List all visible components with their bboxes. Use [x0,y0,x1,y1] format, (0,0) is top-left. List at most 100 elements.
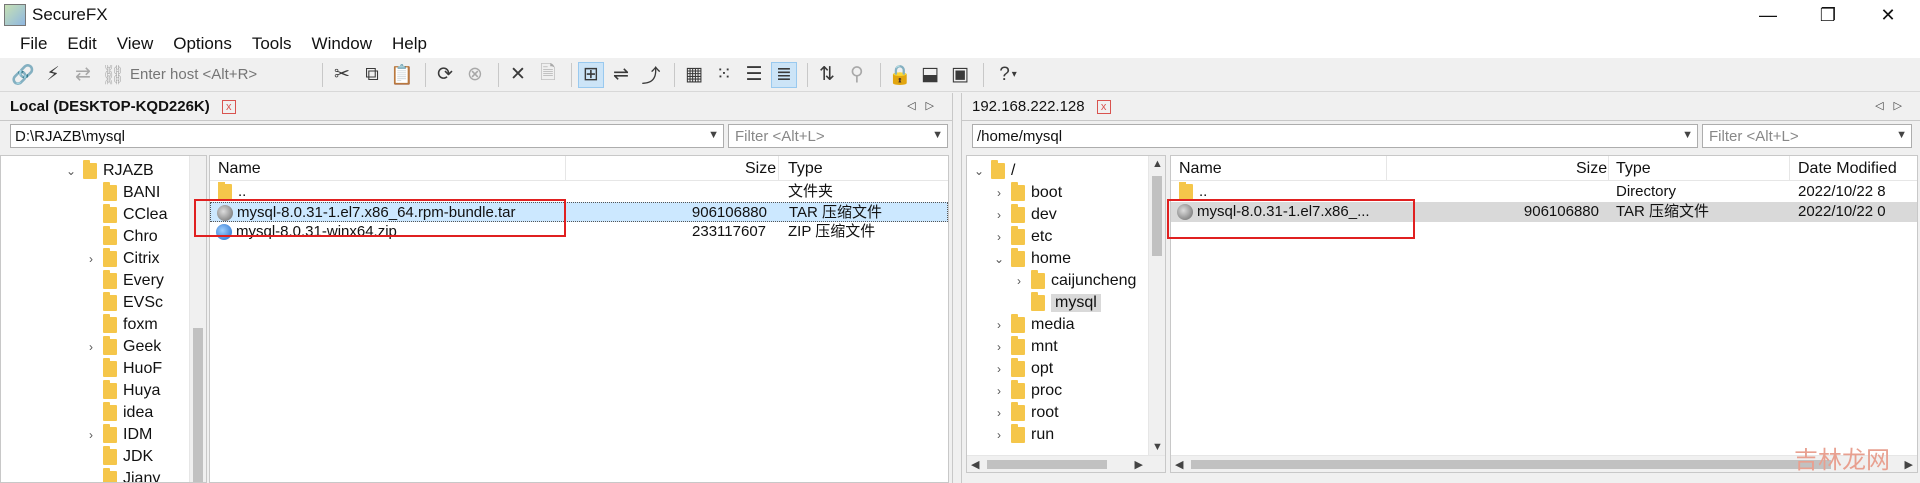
large-icons-view-icon[interactable]: ▦ [681,62,707,88]
scroll-left-arrow-icon[interactable]: ◀ [1175,458,1183,471]
chevron-down-icon[interactable]: ▼ [1896,129,1907,141]
tree-view-icon[interactable]: ⊞ [578,61,604,88]
tree-item[interactable]: › opt [967,358,1165,380]
quick-connect-icon[interactable]: ⚡ [40,62,66,88]
menu-help[interactable]: Help [382,34,437,54]
tree-item[interactable]: › etc [967,226,1165,248]
column-divider[interactable] [1789,156,1790,180]
tab-scroll-arrows[interactable]: ◁▷ [1875,99,1912,112]
menu-window[interactable]: Window [302,34,382,54]
tree-item[interactable]: › IDM [1,424,206,446]
close-remote-tab-icon[interactable]: x [1096,99,1111,114]
tree-item[interactable]: idea [1,402,206,424]
chevron-right-icon[interactable]: › [991,340,1007,354]
pane-splitter[interactable] [952,93,962,483]
tree-item[interactable]: › root [967,402,1165,424]
tree-item[interactable]: › run [967,424,1165,446]
remote-filter-input[interactable]: Filter <Alt+L> ▼ [1702,124,1912,148]
close-local-tab-icon[interactable]: x [221,99,236,114]
filter-icon[interactable]: ⚲ [844,62,870,88]
chevron-right-icon[interactable]: › [1011,274,1027,288]
column-name-header[interactable]: Name [218,156,261,181]
column-name-header[interactable]: Name [1179,156,1222,181]
remote-tree-vscrollbar[interactable]: ▲ ▼ [1148,156,1165,455]
column-divider[interactable] [778,156,779,180]
host-input[interactable] [130,61,310,88]
delete-icon[interactable]: ✕ [505,62,531,88]
tree-item[interactable]: › Citrix [1,248,206,270]
transfer-queue-icon[interactable]: ⬓ [917,62,943,88]
chevron-right-icon[interactable]: › [991,406,1007,420]
column-divider[interactable] [1608,156,1609,180]
chevron-right-icon[interactable]: › [83,428,99,442]
tree-item[interactable]: BANI [1,182,206,204]
disconnect-icon[interactable]: ⛓ [100,62,126,88]
chevron-right-icon[interactable]: › [83,340,99,354]
scroll-down-arrow-icon[interactable]: ▼ [1152,441,1163,453]
scrollbar-thumb[interactable] [193,328,203,482]
tree-item[interactable]: Chro [1,226,206,248]
chevron-down-icon[interactable]: ▼ [708,129,719,141]
column-size-header[interactable]: Size [745,156,776,181]
scroll-right-arrow-icon[interactable]: ▶ [1905,458,1913,471]
maximize-button[interactable]: ❐ [1800,0,1856,30]
tree-item[interactable]: › caijuncheng [967,270,1165,292]
sync-icon[interactable]: ⇌ [608,62,634,88]
tree-item[interactable]: EVSc [1,292,206,314]
local-filter-input[interactable]: Filter <Alt+L> ▼ [728,124,948,148]
menu-edit[interactable]: Edit [57,34,106,54]
chevron-right-icon[interactable]: › [83,252,99,266]
tree-item[interactable]: › dev [967,204,1165,226]
reconnect-icon[interactable]: ⇄ [70,62,96,88]
tree-item[interactable]: foxm [1,314,206,336]
chevron-right-icon[interactable]: › [991,428,1007,442]
small-icons-view-icon[interactable]: ⁙ [711,62,737,88]
properties-icon[interactable]: 🗎 [535,62,561,88]
tab-scroll-arrows[interactable]: ◁▷ [907,99,944,112]
column-divider[interactable] [1386,156,1387,180]
remote-path-combobox[interactable]: /home/mysql ▼ [972,124,1698,148]
cut-icon[interactable]: ✂ [329,62,355,88]
tree-item[interactable]: › Geek [1,336,206,358]
stop-icon[interactable]: ⊗ [462,62,488,88]
tree-item[interactable]: ⌄ RJAZB [1,160,206,182]
scroll-right-arrow-icon[interactable]: ▶ [1135,458,1143,471]
tree-item[interactable]: ⌄ / [967,160,1165,182]
up-folder-icon[interactable]: ⤴ [638,62,664,88]
tree-item[interactable]: › mnt [967,336,1165,358]
tree-item[interactable]: Every [1,270,206,292]
lock-icon[interactable]: 🔒 [887,62,913,88]
local-path-combobox[interactable]: D:\RJAZB\mysql ▼ [10,124,724,148]
menu-file[interactable]: File [10,34,57,54]
close-window-button[interactable]: ✕ [1860,0,1916,30]
tree-item[interactable]: CClea [1,204,206,226]
column-date-header[interactable]: Date Modified [1798,156,1897,181]
copy-icon[interactable]: ⧉ [359,62,385,88]
chevron-down-icon[interactable]: ⌄ [63,164,79,178]
tree-item[interactable]: Jiany [1,468,206,482]
chevron-right-icon[interactable]: › [991,186,1007,200]
chevron-down-icon[interactable]: ⌄ [971,164,987,178]
tree-item[interactable]: › boot [967,182,1165,204]
chevron-down-icon[interactable]: ⌄ [991,252,1007,266]
minimize-button[interactable]: — [1740,0,1796,30]
column-type-header[interactable]: Type [788,156,823,181]
list-view-icon[interactable]: ☰ [741,62,767,88]
scroll-left-arrow-icon[interactable]: ◀ [971,458,979,471]
scroll-up-arrow-icon[interactable]: ▲ [1152,158,1163,170]
scrollbar-thumb[interactable] [1152,176,1162,256]
session-manager-icon[interactable]: ▣ [947,62,973,88]
chevron-down-icon[interactable]: ▼ [932,129,943,141]
scrollbar-thumb[interactable] [987,460,1107,469]
tree-item[interactable]: JDK [1,446,206,468]
local-tab[interactable]: Local (DESKTOP-KQD226K) x ◁▷ [0,93,952,121]
column-divider[interactable] [565,156,566,180]
tree-item[interactable]: ⌄ home [967,248,1165,270]
chevron-right-icon[interactable]: › [991,362,1007,376]
menu-tools[interactable]: Tools [242,34,302,54]
tree-item[interactable]: › proc [967,380,1165,402]
column-size-header[interactable]: Size [1576,156,1607,181]
scrollbar-thumb[interactable] [1191,460,1831,469]
column-type-header[interactable]: Type [1616,156,1651,181]
menu-options[interactable]: Options [163,34,242,54]
